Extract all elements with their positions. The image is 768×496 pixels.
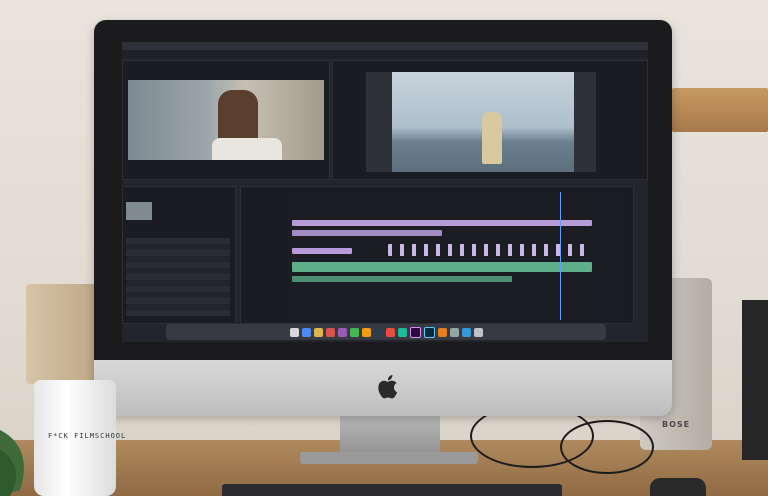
video-track-clip[interactable] bbox=[292, 230, 442, 236]
mug-text: F*CK FILMSCHOOL bbox=[48, 432, 127, 440]
workspace-tabs bbox=[122, 50, 648, 58]
dock-app-icon[interactable] bbox=[449, 327, 459, 337]
wall-shelf bbox=[672, 88, 768, 132]
menu-bar: Premiere Pro File Edit Clip Sequence Mar… bbox=[122, 42, 648, 58]
dock-app-icon[interactable] bbox=[373, 327, 383, 337]
plant-leaves bbox=[0, 430, 24, 496]
project-thumbnail bbox=[126, 202, 152, 220]
timeline-tracks[interactable] bbox=[288, 192, 624, 320]
speaker-brand-label: BOSE bbox=[662, 420, 691, 429]
video-track-clip[interactable] bbox=[292, 220, 592, 226]
mouse bbox=[650, 478, 706, 496]
program-video-frame bbox=[366, 72, 582, 172]
project-file-list[interactable] bbox=[126, 238, 230, 316]
apple-logo-icon bbox=[378, 375, 398, 399]
lightroom-icon[interactable] bbox=[423, 326, 435, 338]
person-figure bbox=[482, 112, 502, 164]
audio-track-clip[interactable] bbox=[292, 276, 512, 282]
dock-app-icon[interactable] bbox=[349, 327, 359, 337]
playhead[interactable] bbox=[560, 192, 561, 320]
dock-app-icon[interactable] bbox=[337, 327, 347, 337]
dock-app-icon[interactable] bbox=[361, 327, 371, 337]
window-frame bbox=[366, 72, 392, 172]
cable bbox=[560, 420, 654, 474]
dock-app-icon[interactable] bbox=[301, 327, 311, 337]
window-frame bbox=[574, 72, 596, 172]
audio-track-clip[interactable] bbox=[292, 262, 592, 272]
dock bbox=[166, 324, 606, 340]
dock-app-icon[interactable] bbox=[437, 327, 447, 337]
dock-app-icon[interactable] bbox=[289, 327, 299, 337]
dock-app-icon[interactable] bbox=[313, 327, 323, 337]
dock-app-icon[interactable] bbox=[325, 327, 335, 337]
premiere-pro-icon[interactable] bbox=[409, 326, 421, 338]
black-tower bbox=[742, 300, 768, 460]
dock-app-icon[interactable] bbox=[461, 327, 471, 337]
subject-shirt bbox=[212, 138, 282, 160]
keyboard bbox=[222, 484, 562, 496]
video-track-clip[interactable] bbox=[292, 248, 352, 254]
left-speaker bbox=[26, 284, 96, 384]
dock-app-icon[interactable] bbox=[397, 327, 407, 337]
trash-icon[interactable] bbox=[473, 327, 483, 337]
audio-waveform bbox=[388, 244, 588, 256]
imac-stand-foot bbox=[300, 452, 478, 464]
dock-app-icon[interactable] bbox=[385, 327, 395, 337]
imac-screen: Premiere Pro File Edit Clip Sequence Mar… bbox=[122, 42, 648, 342]
